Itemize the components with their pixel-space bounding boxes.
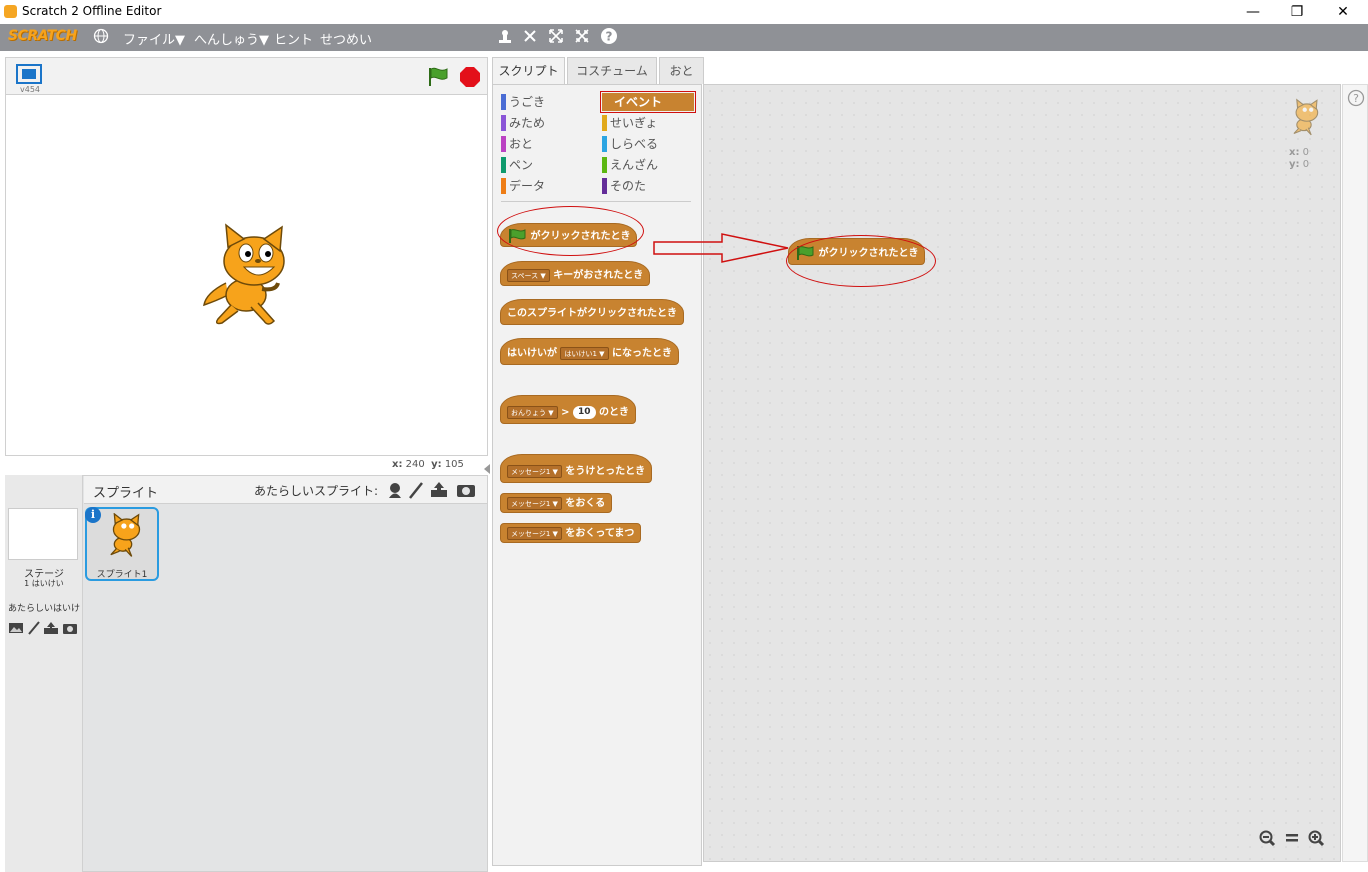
zoom-in-icon[interactable] xyxy=(1307,829,1325,851)
block-when-key-pressed[interactable]: スペース ▼ キーがおされたとき xyxy=(500,261,651,286)
camera-sprite-icon[interactable] xyxy=(456,481,476,503)
menu-edit[interactable]: へんしゅう▼ xyxy=(194,29,269,48)
stage-header: v454 xyxy=(5,57,488,95)
highlight-ellipse-script xyxy=(786,235,936,287)
sprites-title: スプライト xyxy=(93,486,159,501)
block-when-backdrop-switches[interactable]: はいけいが はいけい1 ▼ になったとき xyxy=(500,338,680,365)
tab-sounds[interactable]: おと xyxy=(659,57,704,84)
delete-icon[interactable] xyxy=(522,28,538,50)
block-when-sensor-greater[interactable]: おんりょう ▼ > 10 のとき xyxy=(500,395,636,424)
sprites-header: スプライト あたらしいスプライト: xyxy=(84,476,487,504)
help-icon[interactable]: ? xyxy=(600,27,618,49)
y-value: 105 xyxy=(444,459,464,470)
duplicate-icon[interactable] xyxy=(497,28,513,50)
maximize-button[interactable]: ❐ xyxy=(1274,0,1320,24)
category-pen[interactable]: ペン xyxy=(501,156,591,174)
info-icon[interactable]: i xyxy=(85,507,101,523)
category-control[interactable]: せいぎょ xyxy=(602,114,694,132)
stage-canvas[interactable] xyxy=(5,94,488,456)
block-when-receive-message[interactable]: メッセージ1 ▼ をうけとったとき xyxy=(500,454,653,483)
title-bar: Scratch 2 Offline Editor — ❐ ✕ xyxy=(0,0,1368,24)
window-title: Scratch 2 Offline Editor xyxy=(22,4,162,18)
x-value: 240 xyxy=(405,459,425,470)
current-sprite-icon xyxy=(1286,97,1322,143)
sprite-library-icon[interactable] xyxy=(386,481,404,503)
globe-icon[interactable] xyxy=(93,28,109,44)
upload-backdrop-icon[interactable] xyxy=(43,620,59,639)
paint-sprite-icon[interactable] xyxy=(408,481,424,503)
stop-icon[interactable] xyxy=(459,66,481,92)
tab-scripts[interactable]: スクリプト xyxy=(492,57,565,85)
app-icon xyxy=(4,5,17,18)
shrink-icon[interactable] xyxy=(574,28,590,50)
category-data[interactable]: データ xyxy=(501,177,591,195)
highlight-ellipse-palette xyxy=(497,206,644,256)
block-when-sprite-clicked[interactable]: このスプライトがクリックされたとき xyxy=(500,299,684,325)
zoom-out-icon[interactable] xyxy=(1258,829,1276,851)
category-sensing[interactable]: しらべる xyxy=(602,135,694,153)
key-dropdown[interactable]: スペース ▼ xyxy=(507,268,550,282)
category-events[interactable]: イベント xyxy=(600,91,696,113)
svg-text:?: ? xyxy=(606,30,613,44)
collapse-stage-icon[interactable] xyxy=(483,460,491,474)
sensor-dropdown[interactable]: おんりょう ▼ xyxy=(507,405,558,419)
backdrop-count: 1 はいけい xyxy=(24,579,64,588)
sprite-position: x: 0 y: 0 xyxy=(1289,147,1310,170)
zoom-reset-icon[interactable] xyxy=(1284,829,1300,851)
message-dropdown[interactable]: メッセージ1 ▼ xyxy=(507,496,562,510)
stage-column: ステージ 1 はいけい あたらしいはいけ xyxy=(5,475,83,872)
category-motion[interactable]: うごき xyxy=(501,93,591,111)
block-broadcast-and-wait[interactable]: メッセージ1 ▼ をおくってまつ xyxy=(500,523,642,543)
green-flag-icon[interactable] xyxy=(427,66,449,92)
category-list-left: うごき みため おと ペン データ xyxy=(501,93,591,195)
sprite-name: スプライト1 xyxy=(96,570,148,580)
grow-icon[interactable] xyxy=(548,28,564,50)
category-sound[interactable]: おと xyxy=(501,135,591,153)
new-backdrop-label: あたらしいはいけ xyxy=(8,604,81,614)
close-button[interactable]: ✕ xyxy=(1320,0,1366,24)
palette-divider xyxy=(501,201,691,202)
message-dropdown[interactable]: メッセージ1 ▼ xyxy=(507,464,562,478)
block-broadcast[interactable]: メッセージ1 ▼ をおくる xyxy=(500,493,613,513)
stage-coordinates: x: 240 y: 105 xyxy=(392,459,464,470)
backdrop-dropdown[interactable]: はいけい1 ▼ xyxy=(560,346,609,360)
help-strip: ? xyxy=(1342,84,1368,862)
menu-about[interactable]: せつめい xyxy=(320,29,372,48)
category-looks[interactable]: みため xyxy=(501,114,591,132)
camera-backdrop-icon[interactable] xyxy=(62,620,78,639)
block-palette: うごき みため おと ペン データ イベント せいぎょ しらべる えんざん その… xyxy=(492,84,702,866)
message-dropdown[interactable]: メッセージ1 ▼ xyxy=(507,526,562,540)
menu-file[interactable]: ファイル▼ xyxy=(123,29,185,48)
menu-bar: SCRATCH ファイル▼ へんしゅう▼ ヒント せつめい ? xyxy=(0,24,1368,51)
svg-text:?: ? xyxy=(1353,92,1359,105)
scratch-logo[interactable]: SCRATCH xyxy=(8,28,77,48)
annotation-arrow xyxy=(652,232,792,268)
category-list-right: イベント せいぎょ しらべる えんざん そのた xyxy=(600,91,696,195)
stage-thumbnail[interactable] xyxy=(8,508,78,560)
minimize-button[interactable]: — xyxy=(1230,0,1276,24)
script-area[interactable]: x: 0 y: 0 がクリックされたとき xyxy=(703,84,1341,862)
category-operators[interactable]: えんざん xyxy=(602,156,694,174)
cat-thumbnail-icon xyxy=(101,512,145,563)
new-sprite-label: あたらしいスプライト: xyxy=(254,484,379,498)
paint-backdrop-icon[interactable] xyxy=(27,620,41,639)
menu-tips[interactable]: ヒント xyxy=(274,29,313,48)
version-label: v454 xyxy=(20,85,41,94)
tab-costumes[interactable]: コスチューム xyxy=(567,57,657,84)
backdrop-library-icon[interactable] xyxy=(8,620,24,639)
category-more[interactable]: そのた xyxy=(602,177,694,195)
upload-sprite-icon[interactable] xyxy=(430,481,448,503)
sensor-value-input[interactable]: 10 xyxy=(572,405,596,419)
tips-help-icon[interactable]: ? xyxy=(1347,89,1365,111)
sprite-thumbnail[interactable]: i スプライト1 xyxy=(85,507,159,581)
sprite-cat[interactable] xyxy=(196,223,296,333)
